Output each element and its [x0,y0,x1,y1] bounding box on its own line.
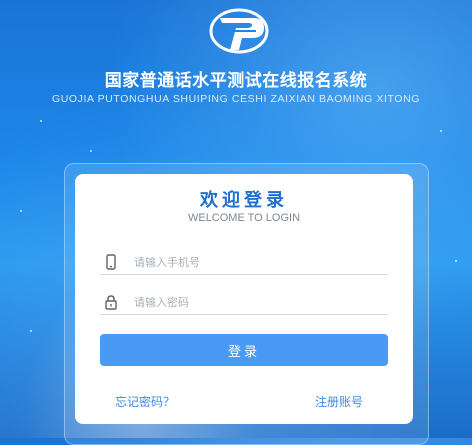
login-button[interactable]: 登录 [100,334,388,366]
password-field [100,290,388,315]
background-star [440,130,442,132]
forgot-password-link[interactable]: 忘记密码？ [115,393,175,410]
login-subtitle: WELCOME TO LOGIN [187,212,301,224]
background-star [20,210,22,212]
register-link[interactable]: 注册账号 [315,393,363,410]
site-title: 国家普通话水平测试在线报名系统 [104,71,368,91]
phone-icon [106,254,116,270]
login-card: 欢迎登录 WELCOME TO LOGIN 登录 忘记密码？ 注册账号 [75,174,413,424]
background-star [90,150,92,152]
password-input[interactable] [134,292,384,312]
putonghua-test-logo [209,8,269,54]
phone-field [100,250,388,275]
background-star [455,260,457,262]
login-title: 欢迎登录 [200,190,288,211]
lock-icon [105,295,117,310]
phone-input[interactable] [134,252,384,272]
site-subtitle: GUOJIA PUTONGHUA SHUIPING CESHI ZAIXIAN … [51,93,421,105]
background-star [30,330,32,332]
background-star [40,120,42,122]
